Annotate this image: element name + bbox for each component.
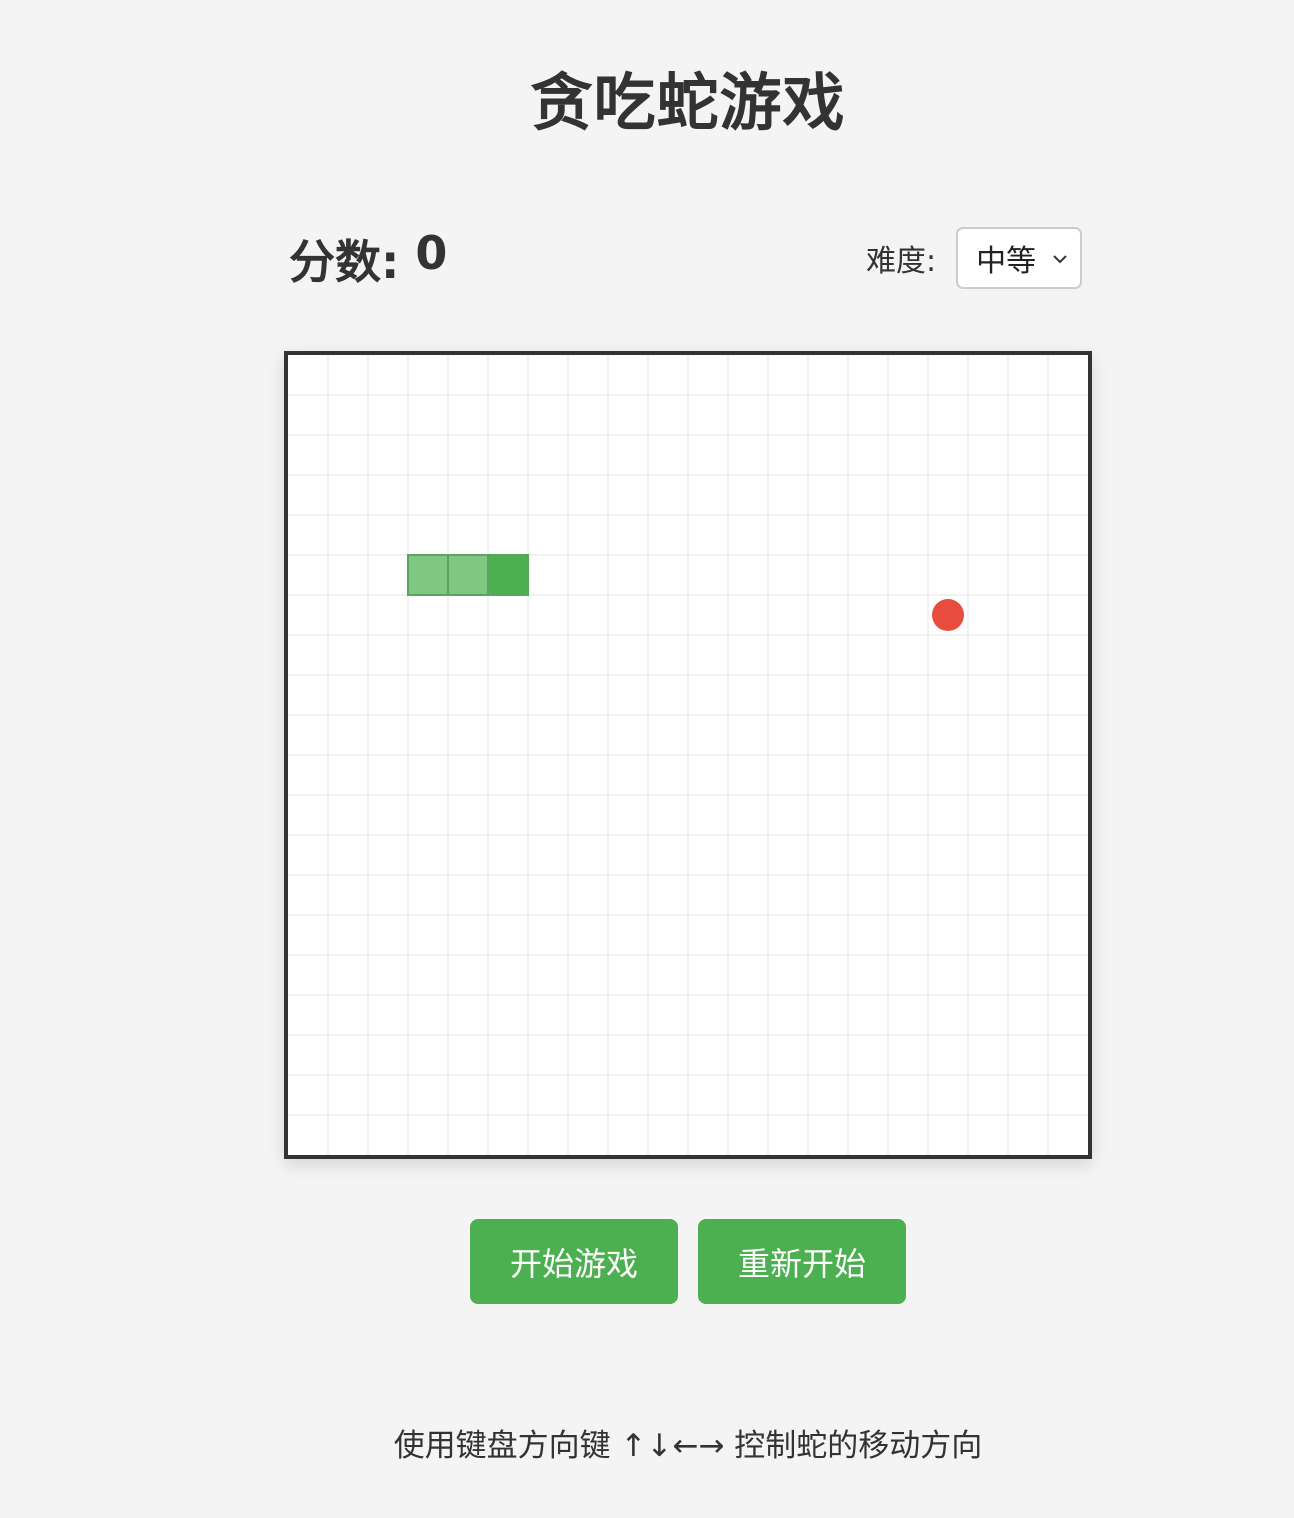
game-page: 贪吃蛇游戏 分数: 0 难度: 中等 开始游戏 重新开始 使用键盘方向键 ↑↓←… xyxy=(0,0,1294,1518)
difficulty-label: 难度: xyxy=(866,244,937,279)
difficulty-selected-value: 中等 xyxy=(976,244,1037,279)
score-display: 分数: 0 xyxy=(289,226,447,292)
board-grid xyxy=(288,355,1088,1155)
snake-body-segment xyxy=(447,554,489,596)
board-canvas xyxy=(288,355,1088,1155)
chevron-down-icon xyxy=(1053,255,1067,264)
score-label: 分数: xyxy=(289,235,416,289)
snake-head xyxy=(487,554,529,596)
start-game-button[interactable]: 开始游戏 xyxy=(470,1219,678,1304)
game-board[interactable] xyxy=(284,351,1092,1159)
difficulty-control: 难度: 中等 xyxy=(866,226,1083,290)
difficulty-select[interactable]: 中等 xyxy=(956,227,1083,289)
controls-instructions: 使用键盘方向键 ↑↓←→ 控制蛇的移动方向 xyxy=(393,1428,983,1464)
page-title: 贪吃蛇游戏 xyxy=(530,66,846,139)
snake-body-segment xyxy=(407,554,449,596)
food-item xyxy=(932,599,964,631)
restart-button[interactable]: 重新开始 xyxy=(698,1219,906,1304)
score-value: 0 xyxy=(415,226,448,280)
